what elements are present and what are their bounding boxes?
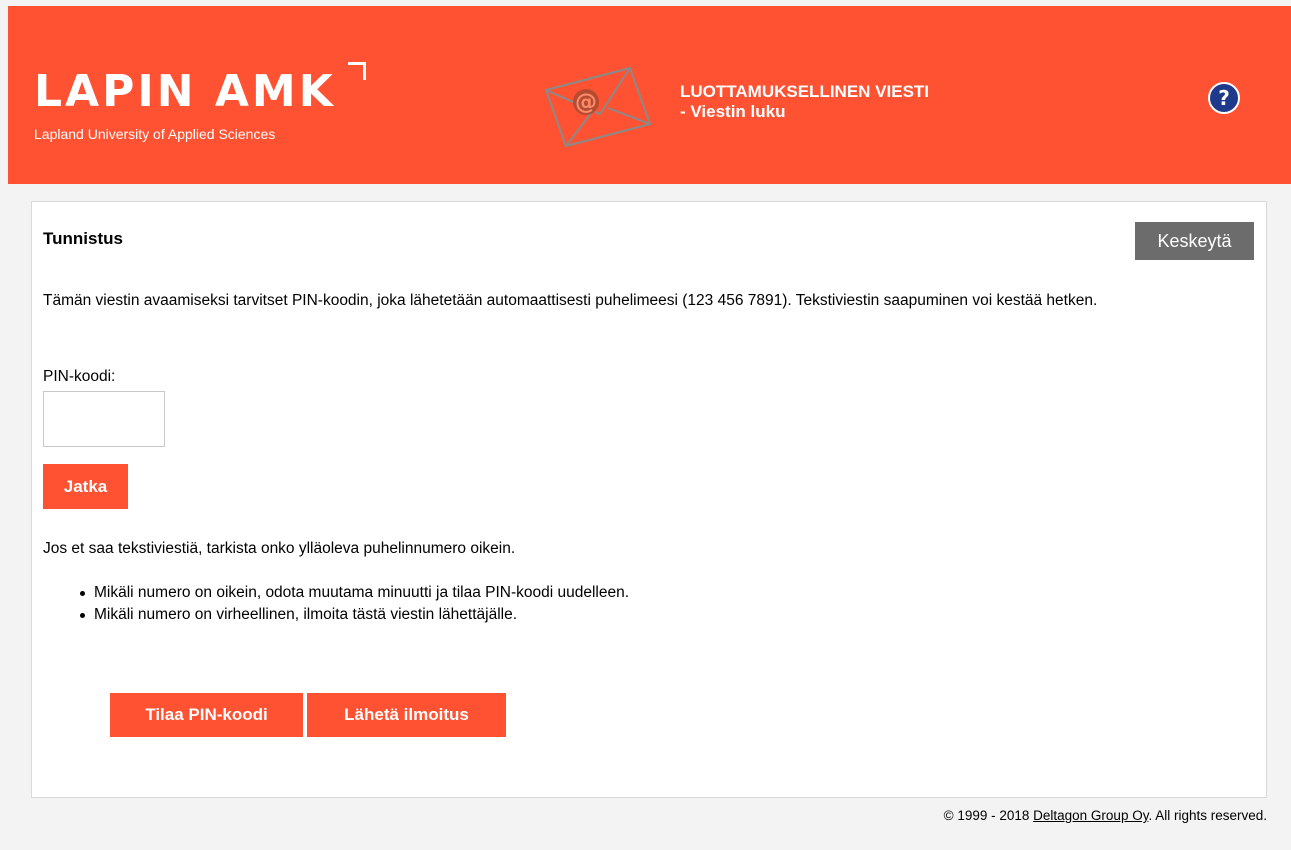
deltagon-link[interactable]: Deltagon Group Oy xyxy=(1033,808,1148,823)
page-title-line1: LUOTTAMUKSELLINEN VIESTI xyxy=(680,82,930,101)
header-bar: LAPIN AMK Lapland University of Applied … xyxy=(8,6,1291,184)
question-mark-circle-icon[interactable]: ? xyxy=(1208,82,1240,114)
logo-corner-mark xyxy=(348,62,366,80)
copyright-suffix: . All rights reserved. xyxy=(1148,808,1267,823)
pin-label: PIN-koodi: xyxy=(43,368,116,385)
footer-copyright: © 1999 - 2018 Deltagon Group Oy. All rig… xyxy=(944,808,1267,823)
list-item: Mikäli numero on oikein, odota muutama m… xyxy=(79,582,629,604)
lapin-amk-logo: LAPIN AMK Lapland University of Applied … xyxy=(34,62,366,142)
info-text: Jos et saa tekstiviestiä, tarkista onko … xyxy=(43,540,516,557)
send-notice-button[interactable]: Lähetä ilmoitus xyxy=(307,693,506,737)
continue-button[interactable]: Jatka xyxy=(43,464,128,509)
order-pin-button[interactable]: Tilaa PIN-koodi xyxy=(110,693,303,737)
list-item: Mikäli numero on virheellinen, ilmoita t… xyxy=(79,604,629,626)
logo-subtitle: Lapland University of Applied Sciences xyxy=(34,126,276,142)
intro-text: Tämän viestin avaamiseksi tarvitset PIN-… xyxy=(43,292,1098,309)
svg-text:?: ? xyxy=(1218,86,1230,110)
pin-input[interactable] xyxy=(43,391,165,447)
page-title-line2: - Viestin luku xyxy=(680,102,786,121)
identification-panel: Tunnistus Keskeytä Tämän viestin avaamis… xyxy=(31,201,1267,798)
svg-text:@: @ xyxy=(575,90,597,115)
email-envelope-icon: @ xyxy=(544,66,652,148)
instruction-list: Mikäli numero on oikein, odota muutama m… xyxy=(79,582,629,626)
cancel-button[interactable]: Keskeytä xyxy=(1135,222,1254,260)
logo-wordmark: LAPIN AMK xyxy=(34,66,336,117)
copyright-prefix: © 1999 - 2018 xyxy=(943,808,1034,823)
page-title: LUOTTAMUKSELLINEN VIESTI - Viestin luku xyxy=(680,82,929,122)
panel-title: Tunnistus xyxy=(43,229,123,248)
